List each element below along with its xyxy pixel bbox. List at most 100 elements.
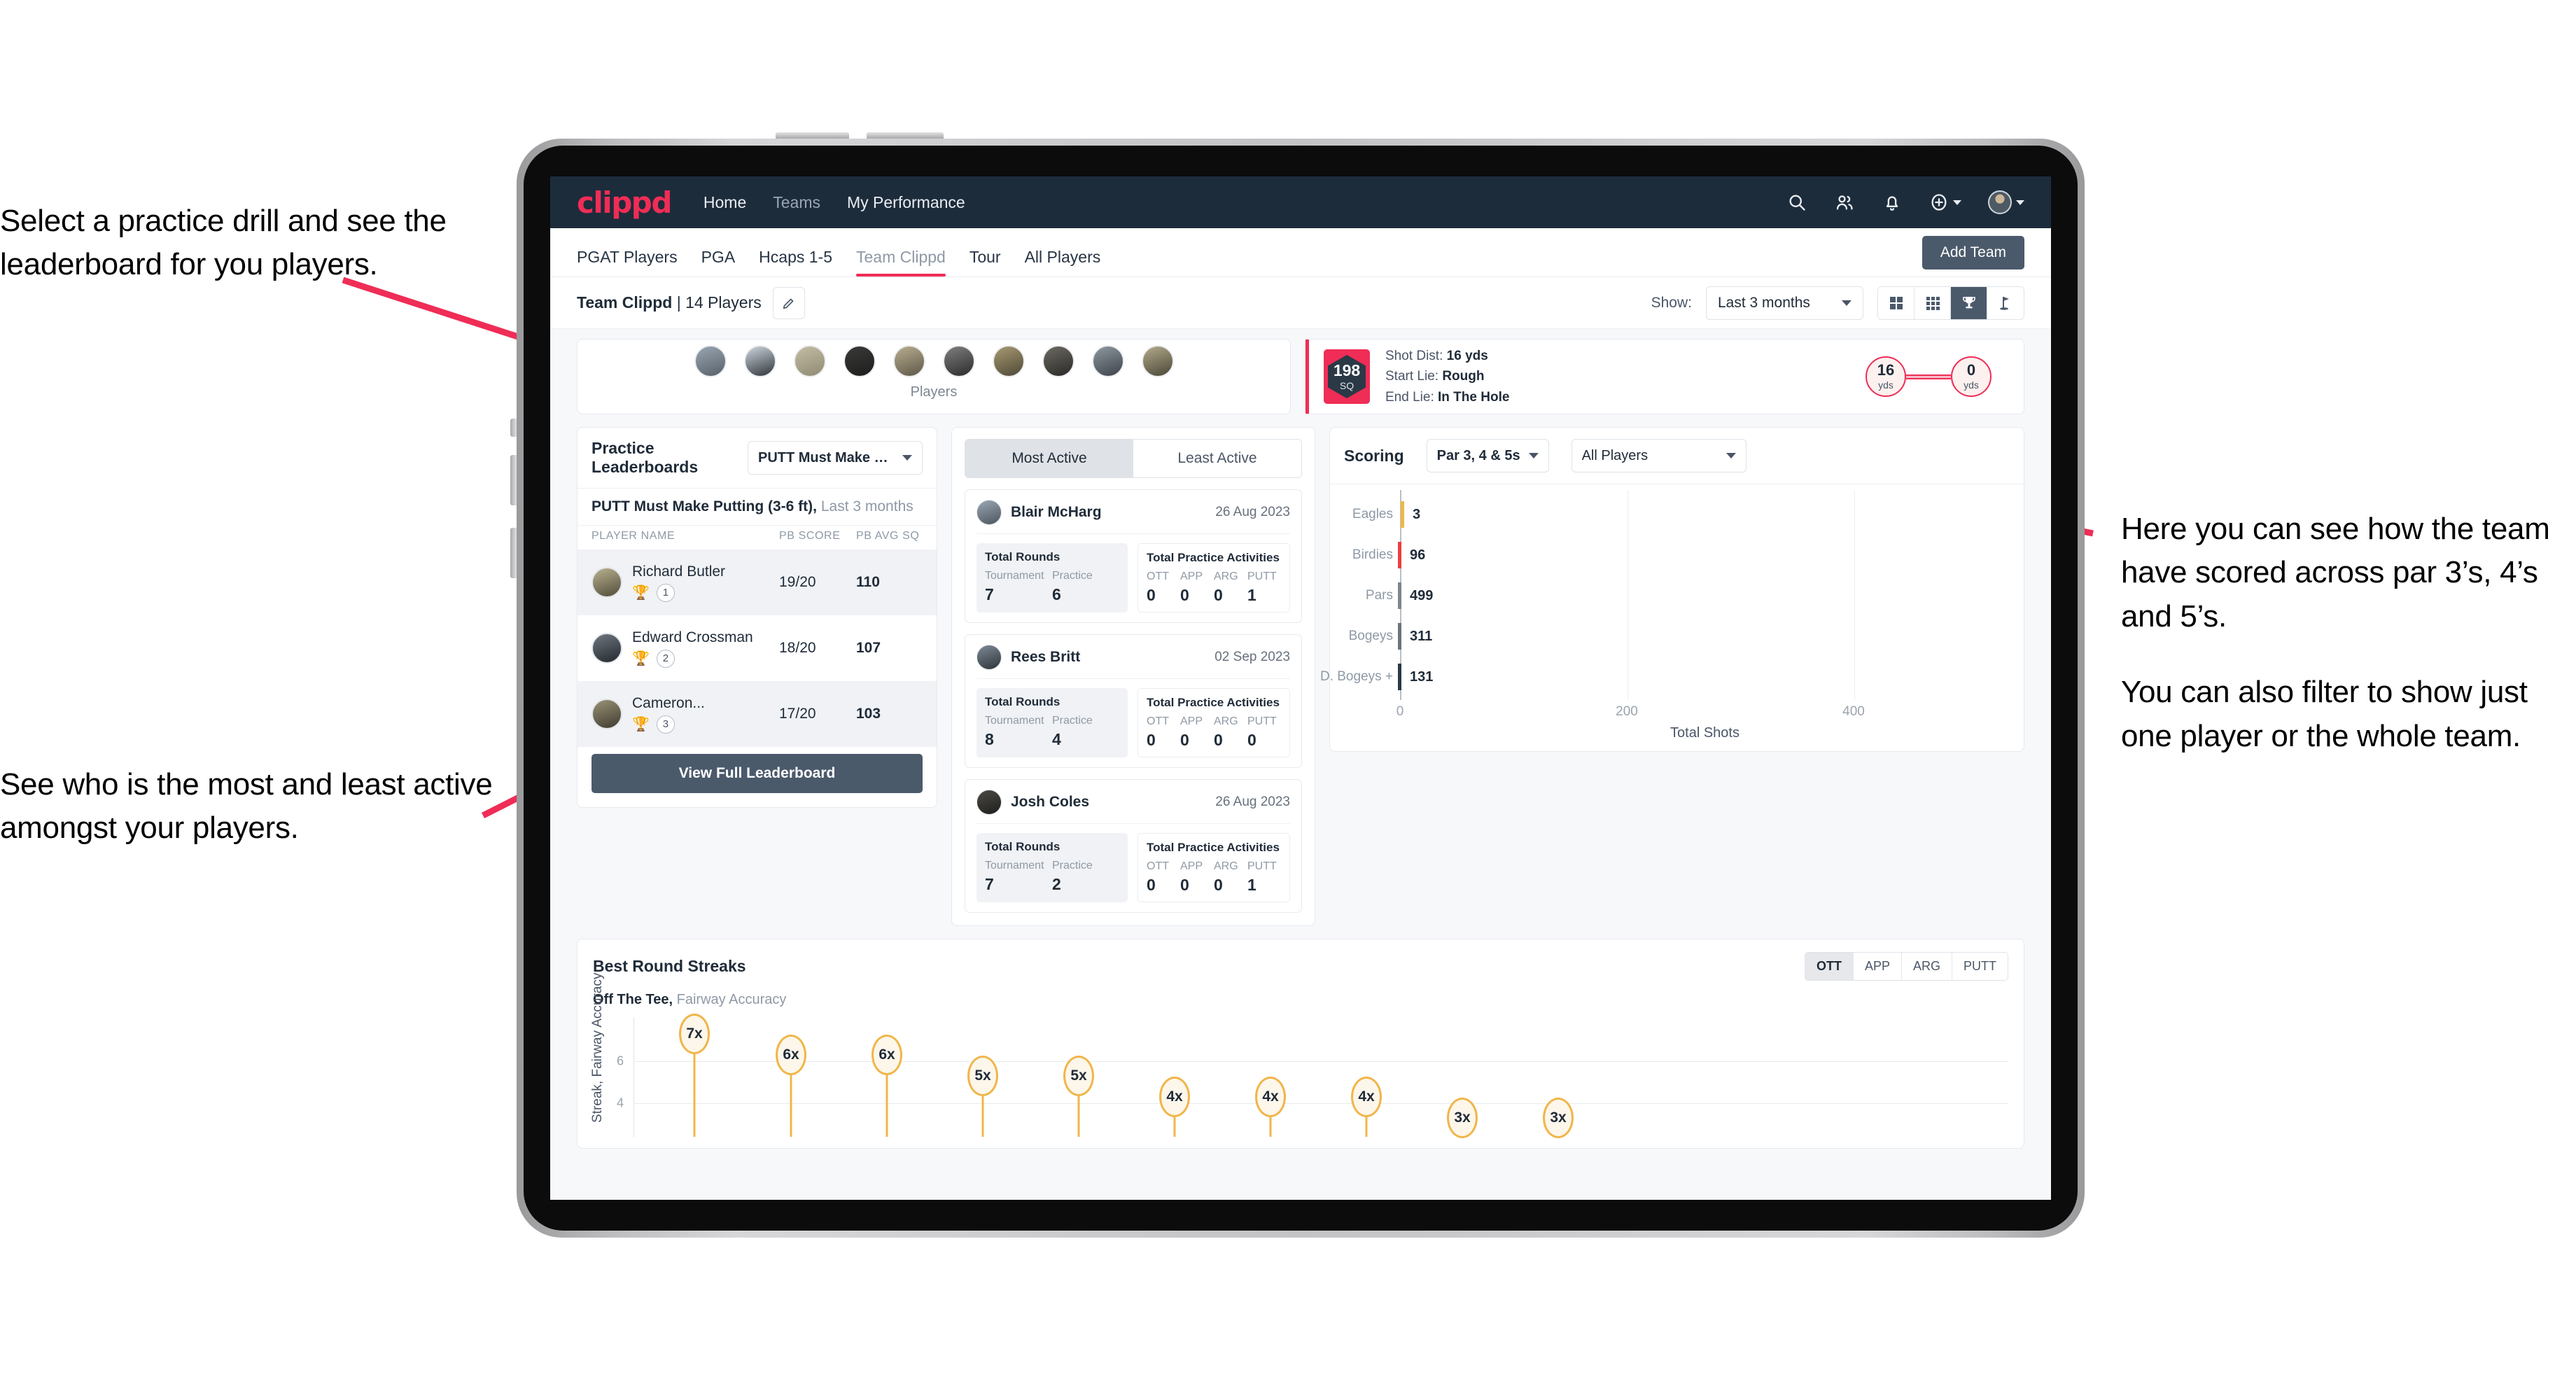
avatar[interactable] xyxy=(1091,345,1124,377)
bell-icon[interactable] xyxy=(1882,192,1903,213)
par-filter-select[interactable]: Par 3, 4 & 5s xyxy=(1426,439,1549,472)
date-range-select[interactable]: Last 3 months xyxy=(1706,286,1863,320)
clippd-logo[interactable]: clippd xyxy=(577,186,672,220)
tab-ott[interactable]: OTT xyxy=(1805,953,1854,980)
chevron-down-icon xyxy=(1842,300,1851,306)
trophy-icon[interactable] xyxy=(1951,286,1987,319)
table-row[interactable]: Edward Crossman 🏆 2 18/20 107 xyxy=(578,615,937,681)
putt-stat: PUTT 0 xyxy=(1247,715,1277,749)
drill-select[interactable]: PUTT Must Make Putting ... xyxy=(748,441,923,475)
distance-connector xyxy=(1906,374,1951,379)
start-distance-node: 16 yds xyxy=(1865,356,1906,397)
practice-stat: Practice 4 xyxy=(1052,715,1093,748)
streaks-y-axis-title: Streak, Fairway Accuracy xyxy=(590,972,605,1123)
view-full-leaderboard-button[interactable]: View Full Leaderboard xyxy=(592,754,923,793)
nav-right-actions xyxy=(1786,190,2024,214)
rank-badge: 1 xyxy=(656,583,675,602)
tab-pga[interactable]: PGA xyxy=(701,248,736,276)
practice-columns: OTT 0 APP 0 ARG 0 PUTT 1 xyxy=(1147,570,1281,605)
volume-button-up xyxy=(776,132,849,139)
team-subheader: Team Clippd | 14 Players Show: Last 3 mo… xyxy=(550,277,2051,329)
tab-list: PGAT Players PGA Hcaps 1-5 Team Clippd T… xyxy=(577,228,1100,276)
nav-link-home[interactable]: Home xyxy=(704,193,746,212)
tab-app[interactable]: APP xyxy=(1853,953,1902,980)
activity-date: 26 Aug 2023 xyxy=(1215,794,1290,809)
add-team-button[interactable]: Add Team xyxy=(1921,235,2024,270)
tab-pgat-players[interactable]: PGAT Players xyxy=(577,248,678,276)
tab-least-active[interactable]: Least Active xyxy=(1133,440,1301,477)
putt-stat: PUTT 1 xyxy=(1247,570,1277,604)
golf-flag-icon[interactable] xyxy=(1987,286,2024,319)
bottom-row: Best Round Streaks OTT APP ARG PUTT Off … xyxy=(577,939,2024,1149)
tab-team-clippd[interactable]: Team Clippd xyxy=(856,248,946,276)
streak-label: 5x xyxy=(1063,1056,1094,1096)
best-round-streaks-card: Best Round Streaks OTT APP ARG PUTT Off … xyxy=(577,939,2024,1149)
trophy-icon: 🏆 xyxy=(632,716,650,732)
players-strip-card: Players xyxy=(577,339,1291,414)
app-screen: clippd Home Teams My Performance PGAT Pl… xyxy=(550,176,2051,1200)
activity-card: Most Active Least Active Blair McHarg 26… xyxy=(951,427,1315,926)
value-label: 311 xyxy=(1410,628,1433,644)
avatar[interactable] xyxy=(694,345,727,377)
practice-stat: Practice 6 xyxy=(1052,570,1093,603)
value-label: 499 xyxy=(1410,587,1434,603)
screenshot-stage: Select a practice drill and see the lead… xyxy=(0,0,2576,1386)
ytick-6: 6 xyxy=(617,1054,624,1068)
avatar[interactable] xyxy=(1042,345,1074,377)
tab-arg[interactable]: ARG xyxy=(1901,953,1952,980)
primary-nav: Home Teams My Performance xyxy=(704,193,965,212)
value-label: 96 xyxy=(1410,547,1426,563)
grid-3x3-icon[interactable] xyxy=(1914,286,1951,319)
streak-label: 3x xyxy=(1447,1098,1478,1138)
avatar[interactable] xyxy=(843,345,876,377)
avatar[interactable] xyxy=(793,345,826,377)
tab-tour[interactable]: Tour xyxy=(969,248,1001,276)
streaks-tabs: OTT APP ARG PUTT xyxy=(1804,952,2008,981)
scoring-chart: Eagles 3 Birdies 96 Pars 499 Bogeys 311 … xyxy=(1320,484,2024,751)
side-button-1 xyxy=(510,419,517,437)
avatar[interactable] xyxy=(992,345,1025,377)
arg-stat: ARG 0 xyxy=(1214,860,1238,894)
table-row[interactable]: Richard Butler 🏆 1 19/20 110 xyxy=(578,550,937,615)
list-item[interactable]: Josh Coles 26 Aug 2023 Total Rounds Tour… xyxy=(965,779,1302,913)
pencil-icon[interactable] xyxy=(772,286,805,319)
annotation-left-bottom: See who is the most and least active amo… xyxy=(0,767,493,846)
activity-stats: Total Rounds Tournament 7 Practice 6 Tot… xyxy=(976,543,1290,612)
scoring-x-axis-title: Total Shots xyxy=(1670,725,1740,741)
avatar[interactable] xyxy=(892,345,925,377)
avatar-image xyxy=(1988,190,2012,214)
list-item[interactable]: Blair McHarg 26 Aug 2023 Total Rounds To… xyxy=(965,489,1302,623)
nav-link-teams[interactable]: Teams xyxy=(773,193,820,212)
total-rounds-block: Total Rounds Tournament 8 Practice 4 xyxy=(976,688,1128,757)
tab-all-players[interactable]: All Players xyxy=(1025,248,1101,276)
bar-eagles: Eagles 3 xyxy=(1352,501,1420,528)
grid-2x2-icon[interactable] xyxy=(1878,286,1914,319)
player-badges: 🏆 2 xyxy=(632,649,779,668)
people-icon[interactable] xyxy=(1834,192,1855,213)
nav-link-my-performance[interactable]: My Performance xyxy=(847,193,965,212)
gridline-6 xyxy=(634,1061,2008,1062)
avatar[interactable] xyxy=(1141,345,1174,377)
team-title: Team Clippd | 14 Players xyxy=(577,293,762,312)
dashboard-content: Players 198 SQ Shot Dist: 16 yds Start L… xyxy=(550,329,2051,1200)
tablet-frame: clippd Home Teams My Performance PGAT Pl… xyxy=(510,132,2085,1238)
tab-most-active[interactable]: Most Active xyxy=(965,440,1133,477)
shot-detail-card: 198 SQ Shot Dist: 16 yds Start Lie: Roug… xyxy=(1305,339,2024,414)
streaks-title: Best Round Streaks xyxy=(593,957,746,975)
leaderboard-title: Practice Leaderboards xyxy=(592,439,699,476)
chevron-down-icon xyxy=(902,455,912,461)
view-toggle-group xyxy=(1877,286,2024,320)
list-item[interactable]: Rees Britt 02 Sep 2023 Total Rounds Tour… xyxy=(965,634,1302,768)
col-pb-avg-sq: PB AVG SQ xyxy=(856,530,920,542)
avatar[interactable] xyxy=(942,345,975,377)
shot-quality-badge: 198 SQ xyxy=(1324,349,1370,404)
tab-putt[interactable]: PUTT xyxy=(1952,953,2008,980)
tab-hcaps-1-5[interactable]: Hcaps 1-5 xyxy=(759,248,832,276)
table-row[interactable]: Cameron... 🏆 3 17/20 103 xyxy=(578,681,937,747)
avatar[interactable] xyxy=(1988,190,2024,214)
avatar[interactable] xyxy=(743,345,776,377)
plus-circle-icon[interactable] xyxy=(1929,192,1961,213)
player-filter-select[interactable]: All Players xyxy=(1571,439,1746,472)
app-stat: APP 0 xyxy=(1180,570,1203,604)
search-icon[interactable] xyxy=(1786,192,1807,213)
